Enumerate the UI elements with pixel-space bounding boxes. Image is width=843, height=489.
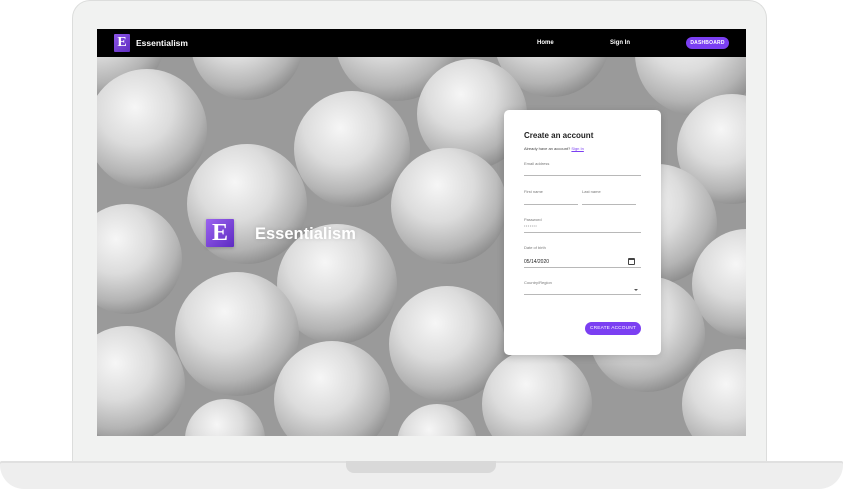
last-name-label: Last name bbox=[582, 189, 601, 194]
hero-logo-icon: E bbox=[206, 219, 234, 247]
first-name-field[interactable] bbox=[524, 204, 578, 205]
brand-logo-icon[interactable]: E bbox=[114, 34, 130, 52]
nav-home-link[interactable]: Home bbox=[537, 39, 554, 48]
email-label: Email address bbox=[524, 161, 550, 166]
signup-card: Create an account Already have an accoun… bbox=[504, 110, 661, 355]
signin-link[interactable]: Sign In bbox=[571, 146, 583, 151]
laptop-screen: E Essentialism Home Sign In DASHBOARD E … bbox=[97, 29, 746, 436]
calendar-icon[interactable] bbox=[628, 258, 635, 265]
dashboard-button[interactable]: DASHBOARD bbox=[686, 37, 729, 49]
email-field[interactable] bbox=[524, 175, 641, 176]
password-value: ••••••• bbox=[524, 223, 538, 228]
dob-field[interactable] bbox=[524, 267, 641, 268]
top-nav: E Essentialism Home Sign In DASHBOARD bbox=[97, 29, 746, 57]
hero-title: Essentialism bbox=[255, 225, 356, 243]
chevron-down-icon[interactable] bbox=[634, 289, 638, 291]
country-select[interactable] bbox=[524, 294, 641, 295]
country-label: Country/Region bbox=[524, 280, 552, 285]
create-account-button[interactable]: CREATE ACCOUNT bbox=[585, 322, 641, 335]
signup-subtitle-text: Already have an account? bbox=[524, 146, 571, 151]
dob-label: Date of birth bbox=[524, 245, 546, 250]
first-name-label: First name bbox=[524, 189, 543, 194]
signup-title: Create an account bbox=[524, 131, 594, 140]
signup-subtitle: Already have an account? Sign In bbox=[524, 146, 584, 152]
nav-signin-link[interactable]: Sign In bbox=[610, 39, 630, 48]
laptop-notch bbox=[346, 461, 496, 473]
last-name-field[interactable] bbox=[582, 204, 636, 205]
brand-name[interactable]: Essentialism bbox=[136, 37, 188, 49]
password-field[interactable] bbox=[524, 232, 641, 233]
dob-value: 05/14/2020 bbox=[524, 259, 550, 265]
password-label: Password bbox=[524, 217, 542, 222]
